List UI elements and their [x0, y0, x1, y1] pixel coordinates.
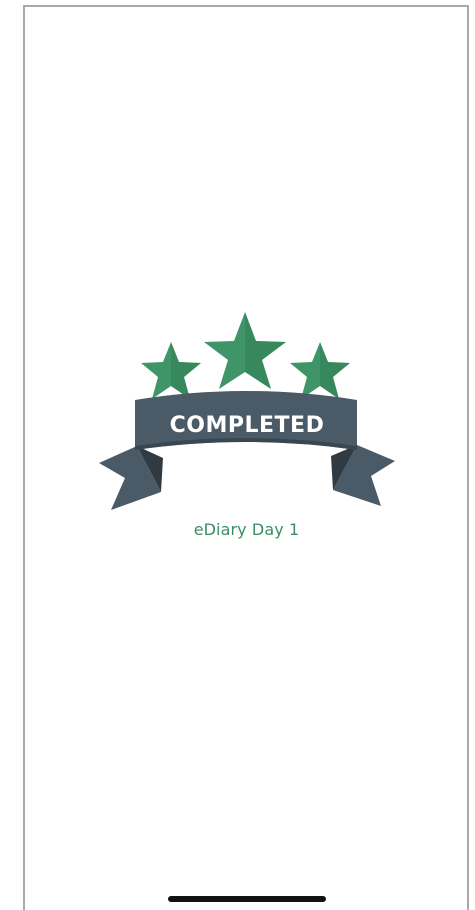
ribbon-right-tail — [331, 445, 395, 506]
star-icon — [290, 342, 350, 399]
star-icon — [204, 312, 286, 389]
home-indicator[interactable] — [168, 896, 326, 902]
diary-day-caption: eDiary Day 1 — [193, 520, 300, 539]
badge-label: COMPLETED — [170, 413, 325, 438]
star-icon — [141, 342, 201, 399]
completion-screen: COMPLETED eDiary Day 1 — [0, 0, 475, 910]
completed-badge: COMPLETED — [95, 308, 399, 514]
ribbon-left-tail — [99, 446, 163, 510]
